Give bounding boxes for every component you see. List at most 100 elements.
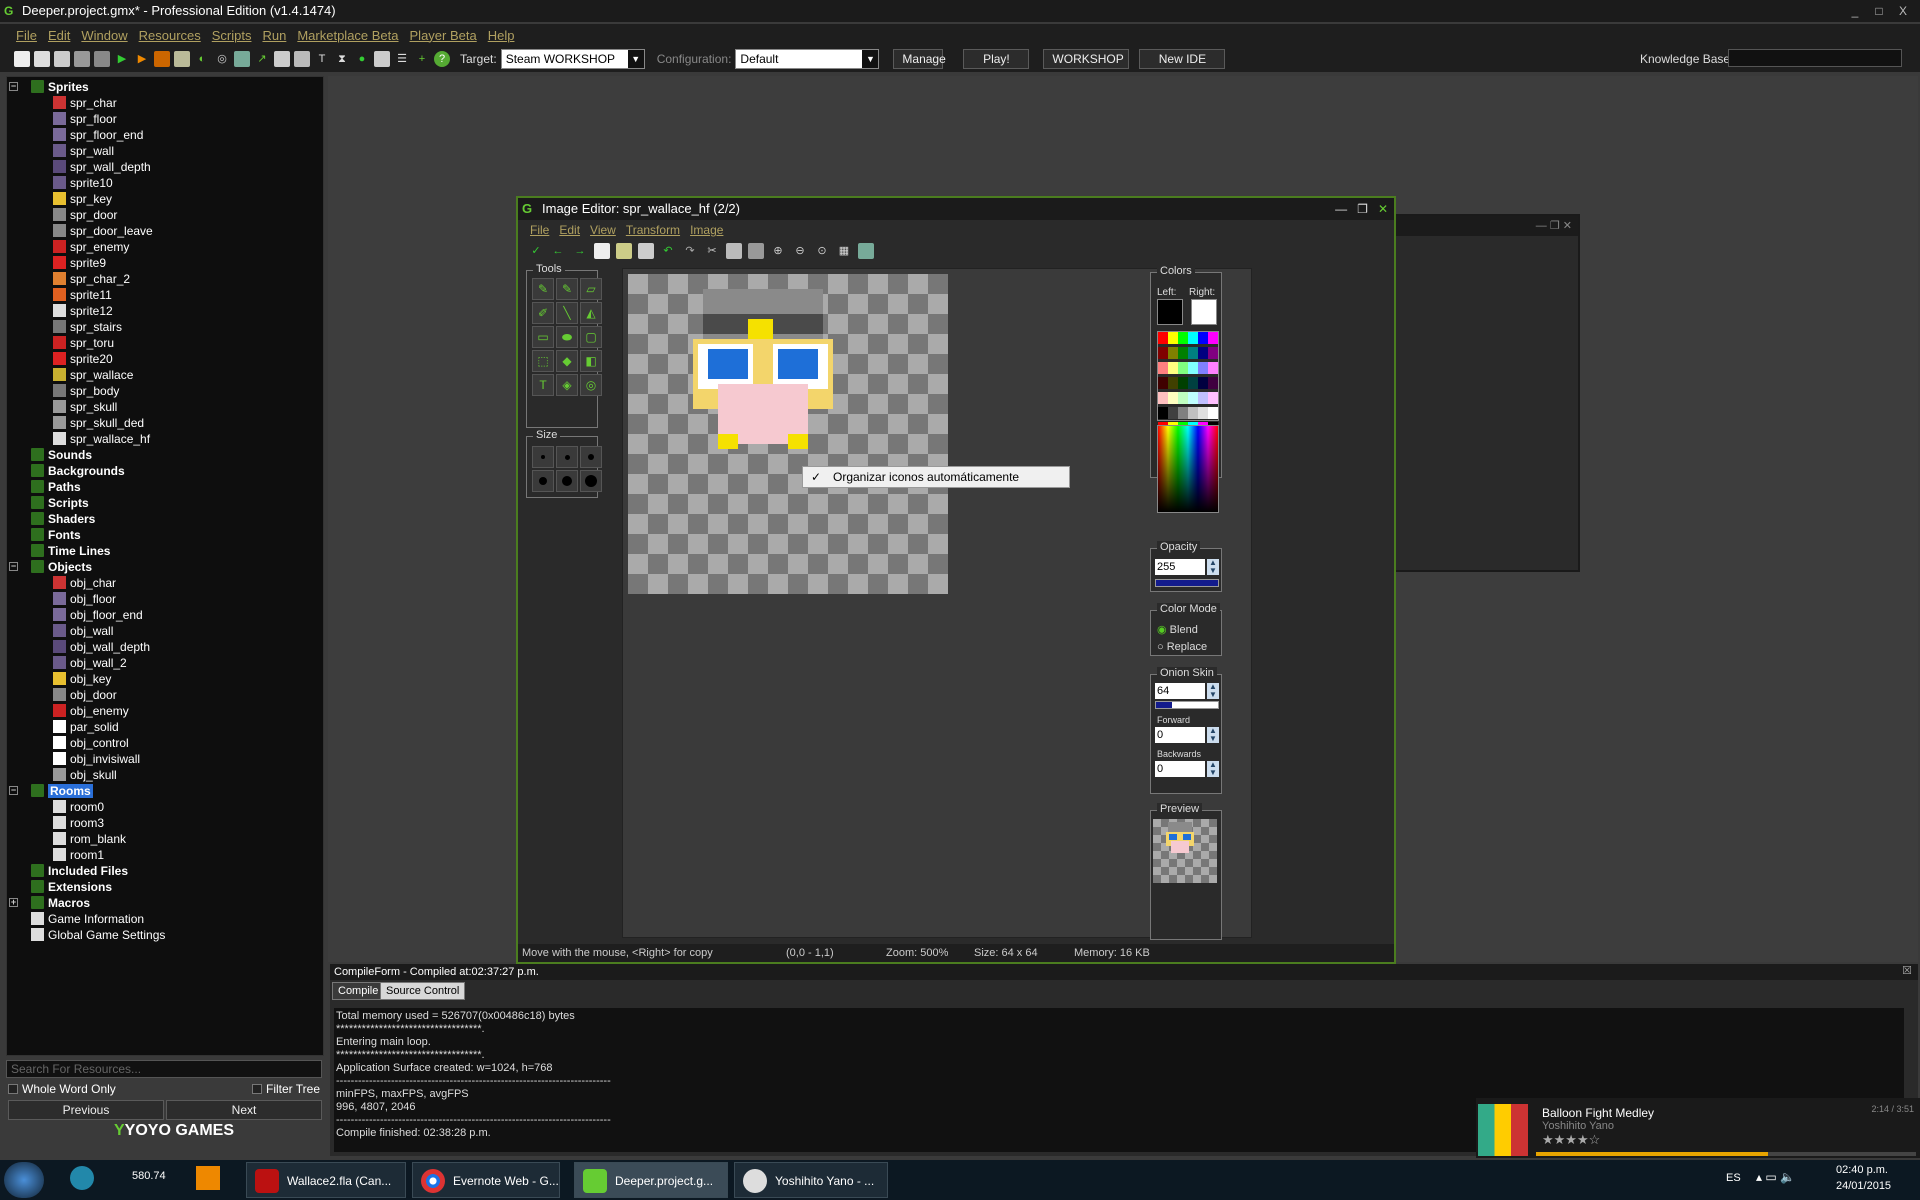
palette-swatch[interactable]	[1168, 377, 1178, 389]
object-add-icon[interactable]: ●	[354, 51, 370, 67]
tree-item-sprite[interactable]: sprite11	[53, 287, 112, 303]
ellipse-tool-icon[interactable]: ⬬	[556, 326, 578, 348]
backwards-input[interactable]: 0	[1155, 761, 1205, 777]
zoom-out-icon[interactable]: ⊖	[792, 243, 808, 259]
path-add-icon[interactable]: ↗	[254, 51, 270, 67]
collapse-icon[interactable]: −	[9, 786, 18, 795]
script-add-icon[interactable]	[274, 51, 290, 67]
new-file-icon[interactable]	[14, 51, 30, 67]
palette-swatch[interactable]	[1208, 332, 1218, 344]
pencil-tool-icon[interactable]: ✎	[532, 278, 554, 300]
palette-swatch[interactable]	[1198, 347, 1208, 359]
room-add-icon[interactable]	[374, 51, 390, 67]
collapse-icon[interactable]: −	[9, 562, 18, 571]
tree-item-object[interactable]: obj_floor_end	[53, 607, 143, 623]
start-button[interactable]	[4, 1162, 44, 1198]
undo-icon[interactable]: ↶	[660, 243, 676, 259]
ie-icon[interactable]	[70, 1166, 94, 1190]
tree-item-room[interactable]: room1	[53, 847, 104, 863]
tree-item-sprite[interactable]: spr_floor_end	[53, 127, 143, 143]
forward-spinner[interactable]: ▲ ▼	[1207, 727, 1219, 743]
palette-swatch[interactable]	[1198, 407, 1208, 419]
knowledge-base-input[interactable]	[1728, 49, 1902, 67]
palette-swatch[interactable]	[1168, 347, 1178, 359]
tree-group[interactable]: Shaders	[31, 511, 95, 527]
menu-window[interactable]: Window	[81, 28, 127, 43]
task-evernote[interactable]: Evernote Web - G...	[412, 1162, 560, 1198]
menu-player[interactable]: Player Beta	[410, 28, 477, 43]
palette-swatch[interactable]	[1198, 362, 1208, 374]
menu-resources[interactable]: Resources	[139, 28, 201, 43]
magic-wand-tool-icon[interactable]: ◆	[556, 350, 578, 372]
backwards-spinner[interactable]: ▲ ▼	[1207, 761, 1219, 777]
tree-item-sprite[interactable]: spr_wall_depth	[53, 159, 151, 175]
right-color-swatch[interactable]	[1191, 299, 1217, 325]
palette-swatch[interactable]	[1208, 347, 1218, 359]
task-musicbee[interactable]: Yoshihito Yano - ...	[734, 1162, 888, 1198]
new-ide-button[interactable]: New IDE	[1139, 49, 1226, 69]
tray-icons[interactable]: ▴ ▭ 🔈	[1756, 1170, 1795, 1184]
opacity-input[interactable]: 255	[1155, 559, 1205, 575]
palette-swatch[interactable]	[1208, 392, 1218, 404]
fill-eraser-tool-icon[interactable]: ◧	[580, 350, 602, 372]
sprite-canvas[interactable]	[628, 274, 948, 594]
tree-item-info[interactable]: Game Information	[31, 911, 144, 927]
eraser-tool-icon[interactable]: ▱	[580, 278, 602, 300]
onion-skin-input[interactable]: 64	[1155, 683, 1205, 699]
tree-group-rooms[interactable]: − Rooms	[9, 783, 93, 799]
zoom-reset-icon[interactable]: ⊙	[814, 243, 830, 259]
tree-group[interactable]: Backgrounds	[31, 463, 125, 479]
menu-run[interactable]: Run	[262, 28, 286, 43]
tree-item-sprite[interactable]: spr_wallace_hf	[53, 431, 150, 447]
tree-item-sprite[interactable]: spr_key	[53, 191, 112, 207]
line-tool-icon[interactable]: ╲	[556, 302, 578, 324]
save-icon[interactable]	[54, 51, 70, 67]
tree-item-object[interactable]: obj_wall_2	[53, 655, 127, 671]
palette-swatch[interactable]	[1158, 407, 1168, 419]
run-icon[interactable]: ▶	[114, 51, 130, 67]
task-gamemaker[interactable]: Deeper.project.g...	[574, 1162, 728, 1198]
maximize-button[interactable]: □	[1868, 3, 1890, 19]
tab-source-control[interactable]: Source Control	[380, 982, 466, 1000]
tree-item-sprite[interactable]: spr_skull_ded	[53, 415, 144, 431]
text-tool-icon[interactable]: T	[532, 374, 554, 396]
palette-swatch[interactable]	[1188, 377, 1198, 389]
ie-menu-image[interactable]: Image	[690, 223, 723, 237]
tree-item-object[interactable]: par_solid	[53, 719, 119, 735]
tree-group[interactable]: Time Lines	[31, 543, 110, 559]
brush-size-6-button[interactable]	[580, 470, 602, 492]
fill-tool-icon[interactable]: ◈	[556, 374, 578, 396]
menu-edit[interactable]: Edit	[48, 28, 70, 43]
palette-swatch[interactable]	[1178, 407, 1188, 419]
compile-close-icon[interactable]: ☒	[1902, 964, 1912, 977]
palette-swatch[interactable]	[1168, 362, 1178, 374]
copy-icon[interactable]	[726, 243, 742, 259]
palette-swatch[interactable]	[1188, 392, 1198, 404]
tree-item-sprite[interactable]: spr_char	[53, 95, 117, 111]
palette-swatch[interactable]	[1188, 332, 1198, 344]
tab-compile[interactable]: Compile	[332, 982, 385, 1000]
tree-item-sprite[interactable]: spr_stairs	[53, 319, 122, 335]
palette-swatch[interactable]	[1158, 392, 1168, 404]
tree-item-object[interactable]: obj_wall_depth	[53, 639, 150, 655]
palette-swatch[interactable]	[1178, 392, 1188, 404]
zoom-in-icon[interactable]: ⊕	[770, 243, 786, 259]
prev-frame-icon[interactable]: ←	[550, 243, 566, 259]
tree-item-sprite[interactable]: spr_enemy	[53, 239, 129, 255]
redo-icon[interactable]: ↷	[682, 243, 698, 259]
tree-item-sprite[interactable]: spr_char_2	[53, 271, 130, 287]
cut-icon[interactable]: ✂	[704, 243, 720, 259]
brush-size-3-button[interactable]	[580, 446, 602, 468]
background-add-icon[interactable]	[234, 51, 250, 67]
workshop-button[interactable]: WORKSHOP	[1043, 49, 1130, 69]
track-rating[interactable]: ★★★★☆	[1542, 1132, 1600, 1148]
color-picker-gradient[interactable]	[1157, 425, 1219, 513]
tree-item-sprite[interactable]: sprite20	[53, 351, 113, 367]
background-toggle-icon[interactable]	[858, 243, 874, 259]
paste-icon[interactable]	[748, 243, 764, 259]
palette-swatch[interactable]	[1198, 392, 1208, 404]
stop-icon[interactable]	[154, 51, 170, 67]
opacity-spinner[interactable]: ▲ ▼	[1207, 559, 1219, 575]
palette-swatch[interactable]	[1198, 377, 1208, 389]
spray-tool-icon[interactable]: ✎	[556, 278, 578, 300]
